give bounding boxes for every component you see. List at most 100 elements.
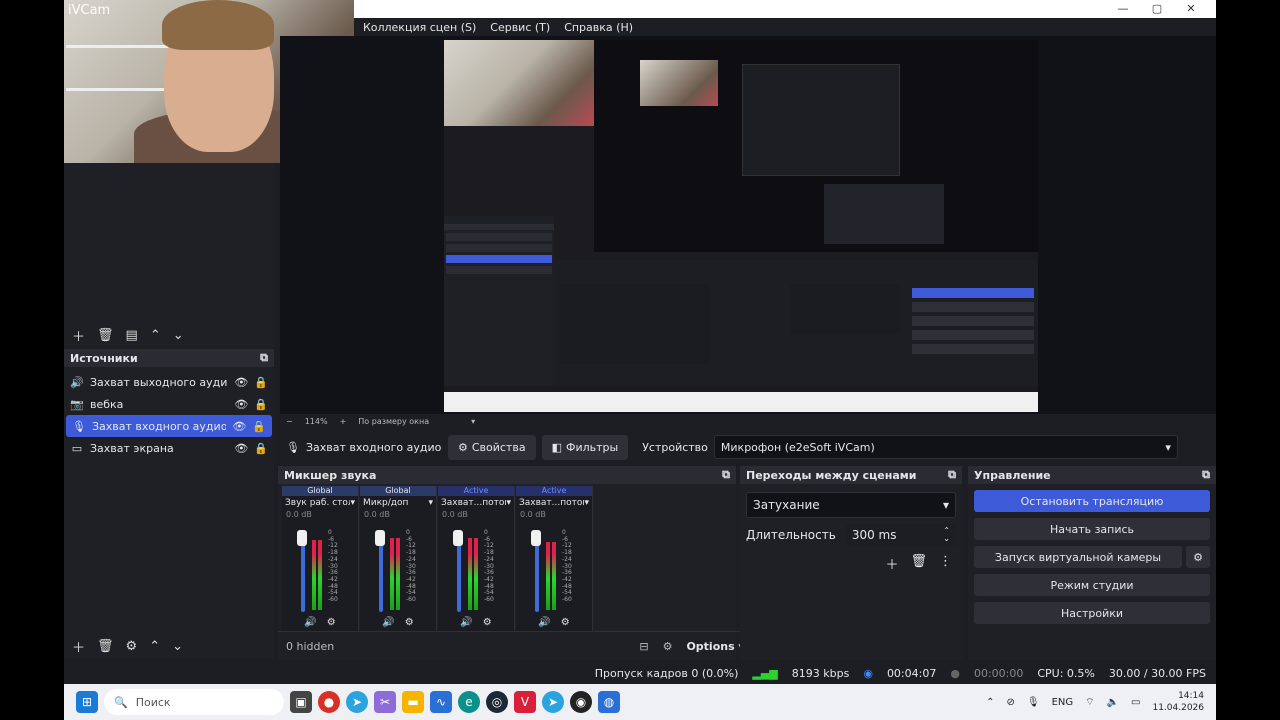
settings-button[interactable]: Настройки [974, 602, 1210, 624]
lock-icon[interactable]: 🔒 [254, 442, 268, 455]
move-up-icon[interactable]: ⌃ [150, 328, 161, 343]
advanced-audio-icon[interactable]: ⚙ [663, 640, 673, 653]
filters-button[interactable]: ◧ Фильтры [541, 434, 629, 460]
clock[interactable]: 14:14 11.04.2026 [1152, 690, 1204, 714]
chevron-down-icon[interactable]: ▾ [350, 498, 355, 508]
move-down-icon[interactable]: ⌄ [172, 639, 183, 654]
channel-name-row[interactable]: Микр/доп ▾ [360, 496, 436, 510]
volume-slider-handle[interactable] [297, 530, 307, 546]
source-item[interactable]: ▭ Захват экрана 👁 🔒 [64, 437, 274, 459]
lock-icon[interactable]: 🔒 [252, 420, 266, 433]
channel-name-row[interactable]: Захват...потока▾ [438, 496, 514, 510]
maximize-button[interactable]: ▢ [1140, 0, 1174, 18]
telegram-icon[interactable]: ➤ [346, 691, 368, 713]
visibility-eye-icon[interactable]: 👁 [232, 420, 246, 433]
taskbar-search[interactable]: 🔍 Поиск [104, 689, 284, 715]
move-up-icon[interactable]: ⌃ [149, 639, 160, 654]
minimize-button[interactable]: — [1106, 0, 1140, 18]
wifi-icon[interactable]: ⌔ [1085, 696, 1094, 709]
preview-canvas[interactable] [280, 36, 1216, 414]
zoom-in-icon[interactable]: + [340, 417, 347, 426]
ivcam-icon[interactable]: ◍ [598, 691, 620, 713]
visibility-eye-icon[interactable]: 👁 [234, 398, 248, 411]
more-options-icon[interactable]: ⋮ [939, 554, 952, 573]
obs-icon[interactable]: ◉ [570, 691, 592, 713]
zoom-fit-label[interactable]: По размеру окна [358, 417, 429, 426]
network-off-icon[interactable]: ⊘ [1007, 697, 1015, 708]
meter-scale: 0 -6 -12 -18 -24 -30 -36 -42 -48 -54 -60 [328, 529, 338, 604]
virtual-camera-settings-button[interactable]: ⚙ [1186, 546, 1210, 568]
source-item-selected[interactable]: 🎙 Захват входного аудиопотока 👁 🔒 [66, 415, 272, 437]
file-explorer-icon[interactable]: ▬ [402, 691, 424, 713]
start-virtual-camera-button[interactable]: Запуск виртуальной камеры [974, 546, 1182, 568]
source-label: вебка [90, 397, 124, 411]
undock-icon[interactable]: ⧉ [260, 351, 268, 365]
menu-item-scene-collection[interactable]: Коллекция сцен (S) [363, 21, 476, 34]
mute-icon[interactable]: 🔊 [382, 617, 394, 628]
scene-filters-icon[interactable]: ▤ [126, 328, 138, 343]
channel-settings-icon[interactable]: ⚙ [561, 617, 570, 628]
device-select[interactable]: Микрофон (e2eSoft iVCam) ▾ [713, 435, 1178, 459]
mute-icon[interactable]: 🔊 [460, 617, 472, 628]
channel-name-row[interactable]: Захват...потока▾ [516, 496, 592, 510]
undock-icon[interactable]: ⧉ [1202, 468, 1210, 482]
channel-name-row[interactable]: Звук раб. стола▾ [282, 496, 358, 510]
chevron-down-icon[interactable]: ▾ [428, 498, 433, 508]
menu-item-help[interactable]: Справка (H) [564, 21, 633, 34]
undock-icon[interactable]: ⧉ [722, 468, 730, 482]
chevron-down-icon[interactable]: ▾ [506, 498, 511, 508]
add-source-icon[interactable]: ＋ [72, 637, 85, 656]
volume-slider-handle[interactable] [375, 530, 385, 546]
source-settings-icon[interactable]: ⚙ [126, 639, 138, 654]
channel-settings-icon[interactable]: ⚙ [483, 617, 492, 628]
close-button[interactable]: ✕ [1174, 0, 1208, 18]
studio-mode-button[interactable]: Режим студии [974, 574, 1210, 596]
menu-item-tools[interactable]: Сервис (T) [490, 21, 550, 34]
chevron-down-icon[interactable]: ▾ [584, 498, 589, 508]
battery-icon[interactable]: ▭ [1131, 697, 1140, 708]
chevron-down-icon[interactable]: ▾ [471, 417, 475, 426]
visibility-eye-icon[interactable]: 👁 [234, 376, 248, 389]
remove-source-icon[interactable]: 🗑 [97, 639, 114, 654]
task-view-icon[interactable]: ▣ [290, 691, 312, 713]
transition-select[interactable]: Затухание ▾ [746, 492, 956, 518]
mute-icon[interactable]: 🔊 [538, 617, 550, 628]
edge-icon[interactable]: e [458, 691, 480, 713]
spin-arrows-icon[interactable]: ⌃ ⌄ [943, 527, 950, 543]
volume-slider-handle[interactable] [531, 530, 541, 546]
windows-start-icon[interactable]: ⊞ [76, 691, 98, 713]
add-scene-icon[interactable]: ＋ [72, 326, 85, 345]
move-down-icon[interactable]: ⌄ [173, 328, 184, 343]
channel-settings-icon[interactable]: ⚙ [327, 617, 336, 628]
duration-spinbox[interactable]: 300 ms ⌃ ⌄ [845, 524, 956, 546]
options-button[interactable]: Options ▾ [686, 640, 744, 653]
language-indicator[interactable]: ENG [1052, 697, 1074, 708]
start-recording-button[interactable]: Начать запись [974, 518, 1210, 540]
stop-streaming-button[interactable]: Остановить трансляцию [974, 490, 1210, 512]
steam-icon[interactable]: ◎ [486, 691, 508, 713]
mute-icon[interactable]: 🔊 [304, 617, 316, 628]
snipping-tool-icon[interactable]: ✂ [374, 691, 396, 713]
lock-icon[interactable]: 🔒 [254, 376, 268, 389]
undock-icon[interactable]: ⧉ [948, 468, 956, 482]
layout-icon[interactable]: ⊟ [639, 640, 648, 653]
telegram-badge-icon[interactable]: ➤ [542, 691, 564, 713]
chrome-icon[interactable]: ● [318, 691, 340, 713]
zoom-out-icon[interactable]: − [286, 417, 293, 426]
properties-button[interactable]: ⚙ Свойства [447, 434, 536, 460]
remove-scene-icon[interactable]: 🗑 [97, 328, 114, 343]
remove-transition-icon[interactable]: 🗑 [910, 554, 927, 573]
channel-settings-icon[interactable]: ⚙ [405, 617, 414, 628]
source-item[interactable]: 🔊 Захват выходного аудиопотока 👁 🔒 [64, 371, 274, 393]
chevron-up-icon[interactable]: ⌃ [986, 697, 994, 708]
visibility-eye-icon[interactable]: 👁 [234, 442, 248, 455]
pen-app-icon[interactable]: ∿ [430, 691, 452, 713]
level-meter [474, 538, 478, 610]
vivaldi-icon[interactable]: V [514, 691, 536, 713]
microphone-icon[interactable]: 🎙 [1027, 697, 1040, 708]
source-item[interactable]: 📷 вебка 👁 🔒 [64, 393, 274, 415]
volume-icon[interactable]: 🔈 [1107, 697, 1119, 708]
add-transition-icon[interactable]: ＋ [885, 554, 898, 573]
volume-slider-handle[interactable] [453, 530, 463, 546]
lock-icon[interactable]: 🔒 [254, 398, 268, 411]
